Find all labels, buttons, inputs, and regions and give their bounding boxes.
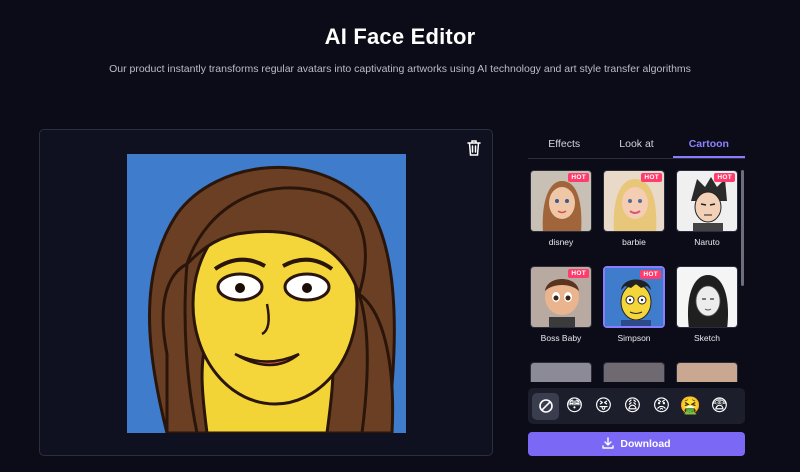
page-title: AI Face Editor [324,24,476,49]
tab-effects[interactable]: Effects [528,130,600,158]
trash-icon[interactable] [466,139,482,157]
style-label: Naruto [694,237,720,247]
download-icon [602,436,615,452]
style-card-barbie[interactable]: HOT barbie [603,170,665,247]
style-grid: HOT disney HOT barbie HOT Naruto HOT Bos… [528,170,741,382]
tab-bar: Effects Look at Cartoon [528,130,745,159]
hot-badge: HOT [640,270,661,279]
no-expression-icon[interactable] [532,392,559,420]
style-thumbnail [603,362,665,382]
fearful-emoji-icon[interactable]: 😨 [706,393,733,420]
page-subtitle: Our product instantly transforms regular… [109,63,691,75]
edited-portrait-image [127,154,406,433]
tongue-emoji-icon[interactable]: 😝 [590,393,617,420]
style-thumbnail: HOT [530,266,592,328]
tab-cartoon[interactable]: Cartoon [672,130,745,158]
style-label: disney [548,237,574,247]
angry-emoji-icon[interactable]: 😡 [648,393,675,420]
style-card-boss-baby[interactable]: HOT Boss Baby [530,266,592,343]
style-thumbnail [530,362,592,382]
hot-badge: HOT [568,269,589,278]
style-label: Sketch [694,333,720,343]
style-card[interactable] [530,362,592,382]
style-thumbnail [676,266,738,328]
image-editor-panel [39,129,493,456]
style-thumbnail [676,362,738,382]
hot-badge: HOT [714,173,735,182]
style-card-naruto[interactable]: HOT Naruto [676,170,738,247]
style-card[interactable] [603,362,665,382]
hot-badge: HOT [568,173,589,182]
style-card-sketch[interactable]: Sketch [676,266,738,343]
style-label: Simpson [617,333,651,343]
style-sidebar: Effects Look at Cartoon HOT disney HOT b… [528,130,745,382]
style-card[interactable] [676,362,738,382]
style-label: Boss Baby [540,333,582,343]
hot-badge: HOT [641,173,662,182]
style-card-disney[interactable]: HOT disney [530,170,592,247]
weary-emoji-icon[interactable]: 😩 [619,393,646,420]
flushed-emoji-icon[interactable]: 😳 [561,393,588,420]
download-label: Download [620,438,671,450]
tab-look-at[interactable]: Look at [600,130,672,158]
style-thumbnail: HOT [530,170,592,232]
scrollbar[interactable] [741,170,744,286]
style-thumbnail: HOT [603,170,665,232]
download-button[interactable]: Download [528,432,745,456]
style-thumbnail: HOT [603,266,665,328]
style-thumbnail: HOT [676,170,738,232]
vomit-emoji-icon[interactable]: 🤮 [677,393,704,420]
expression-bar: 😳 😝 😩 😡 🤮 😨 [528,388,745,424]
style-label: barbie [622,237,646,247]
style-card-simpson[interactable]: HOT Simpson [603,266,665,343]
